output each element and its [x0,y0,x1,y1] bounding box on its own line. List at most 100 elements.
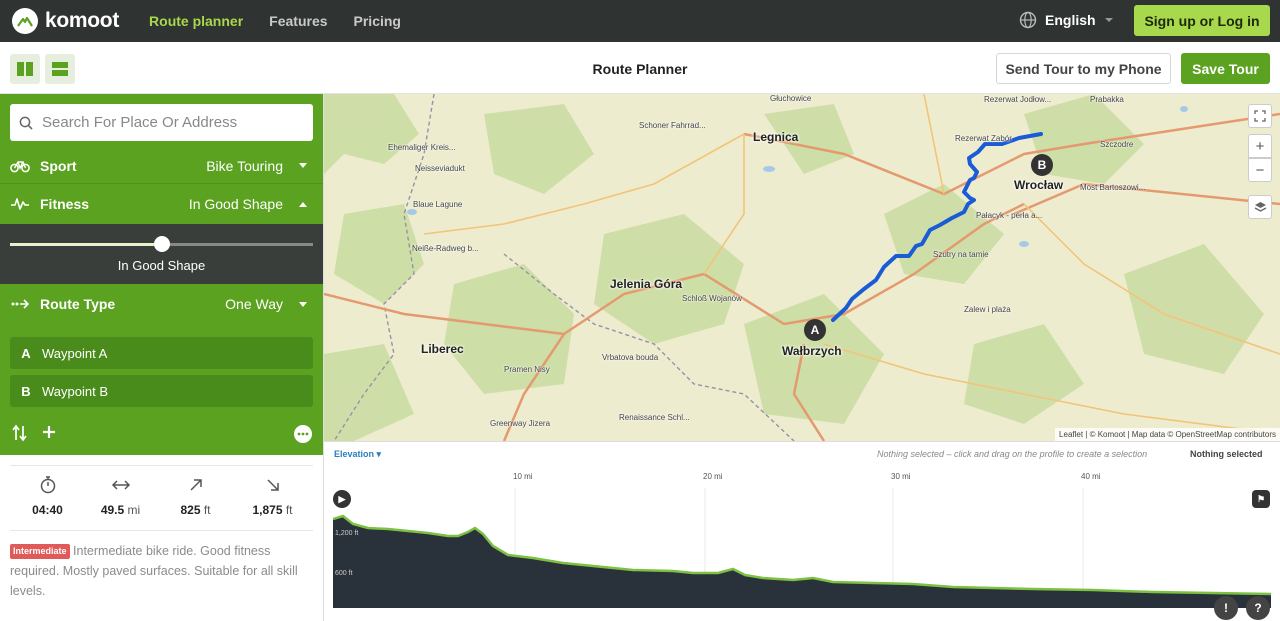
uphill-arrow-icon [189,479,202,491]
uphill-stat: 825 ft [158,474,233,517]
top-navbar: komoot Route planner Features Pricing En… [0,0,1280,42]
fitness-slider-fill [10,243,162,246]
map-poi-label[interactable]: Renaissance Schl... [619,413,690,422]
help-button[interactable]: ? [1246,596,1270,620]
fitness-slider-thumb[interactable] [153,236,170,252]
map-poi-label[interactable]: Rezerwat Jodłow... [984,95,1051,104]
send-to-phone-button[interactable]: Send Tour to my Phone [996,53,1171,84]
difficulty-badge: Intermediate [10,544,70,559]
fullscreen-icon [1254,110,1266,122]
route-type-value: One Way [225,296,283,312]
start-flag-marker[interactable]: ▶ [333,490,351,508]
distance-arrows-icon [111,480,130,490]
route-planner-toolbar: Route Planner Send Tour to my Phone Save… [0,42,1280,94]
map-poi-label[interactable]: Most Bartoszowi... [1080,183,1145,192]
route-type-label: Route Type [40,296,116,312]
report-issue-button[interactable]: ! [1214,596,1238,620]
komoot-logo[interactable]: komoot [12,8,119,34]
downhill-arrow-icon [266,479,279,491]
map-poi-label[interactable]: Szczodre [1100,140,1133,149]
chevron-down-icon [299,301,307,307]
distance-stat: 49.5 mi [83,474,158,517]
search-placeholder: Search For Place Or Address [42,114,238,131]
map-city-label: Jelenia Góra [610,277,683,291]
elevation-dropdown[interactable]: Elevation ▾ [334,449,381,460]
nav-link-route-planner[interactable]: Route planner [149,13,243,29]
plus-icon: + [1255,137,1265,155]
tour-description: Intermediate Intermediate bike ride. Goo… [10,541,313,601]
elevation-hint: Nothing selected – click and drag on the… [877,449,1148,459]
pulse-icon [11,198,29,210]
downhill-value: 1,875 [252,503,283,517]
stopwatch-icon [40,476,55,494]
language-selector[interactable]: English [1019,11,1114,29]
reverse-route-button[interactable] [12,424,28,447]
fitness-slider-label: In Good Shape [117,258,206,273]
map-poi-label[interactable]: Greenway Jizera [490,419,550,428]
signup-login-button[interactable]: Sign up or Log in [1134,5,1270,36]
uphill-unit: ft [203,503,211,517]
fitness-slider-panel: In Good Shape [0,224,323,284]
map-poi-label[interactable]: Zalew i plaża [964,305,1011,314]
swap-arrows-icon [12,424,27,442]
x-axis-tick: 40 mi [1081,472,1101,481]
zoom-in-button[interactable]: + [1248,134,1272,158]
map-poi-label[interactable]: Vrbatova bouda [602,353,658,362]
finish-flag-marker[interactable]: ⚑ [1252,490,1270,508]
bicycle-icon [10,160,30,172]
map-poi-label[interactable]: Schloß Wojanów [682,294,742,303]
sport-label: Sport [40,157,77,174]
map-poi-label[interactable]: Schoner Fahrrad... [639,121,706,130]
y-axis-tick: 1,200 ft [335,530,359,537]
map-poi-label[interactable]: Blaue Lagune [413,200,462,209]
fitness-slider[interactable] [10,236,313,252]
elevation-profile[interactable]: Elevation ▾ Nothing selected – click and… [324,441,1280,621]
route-map[interactable]: Głuchowice Schoner Fahrrad... Ehemaliger… [324,94,1280,441]
waypoint-a-marker[interactable]: A [804,319,826,341]
map-city-label: Wałbrzych [782,344,842,358]
nav-link-pricing[interactable]: Pricing [354,13,401,29]
map-poi-label[interactable]: Głuchowice [770,94,811,103]
map-poi-label[interactable]: Neisseviadukt [415,164,465,173]
map-city-label: Legnica [753,130,799,144]
add-waypoint-button[interactable] [42,425,56,444]
map-city-label: Wrocław [1014,178,1064,192]
fitness-selector[interactable]: Fitness In Good Shape [0,184,323,224]
downhill-unit: ft [285,503,293,517]
zoom-out-button[interactable]: − [1248,158,1272,182]
planner-sidebar: Search For Place Or Address Sport Bike T… [0,94,324,621]
y-axis-tick: 600 ft [335,570,353,577]
map-attribution[interactable]: Leaflet | © Komoot | Map data © OpenStre… [1055,428,1280,441]
waypoint-a-field[interactable]: A Waypoint A [10,337,313,369]
map-poi-label[interactable]: Ehemaliger Kreis... [388,143,456,152]
route-type-selector[interactable]: Route Type One Way [0,284,323,324]
map-poi-label[interactable]: Pałacyk - perła a... [976,211,1042,220]
globe-icon [1019,11,1037,29]
chevron-down-icon [1104,18,1113,22]
more-options-button[interactable] [294,425,312,443]
map-city-label: Liberec [421,342,464,356]
waypoint-b-marker[interactable]: B [1031,154,1053,176]
save-tour-button[interactable]: Save Tour [1181,53,1270,84]
komoot-logo-icon [12,8,38,34]
map-poi-label[interactable]: Pramen Nisy [504,365,550,374]
map-poi-label[interactable]: Szutry na tamie [933,250,989,259]
nav-link-features[interactable]: Features [269,13,327,29]
distance-unit: mi [127,503,141,517]
chevron-down-icon [299,163,307,168]
waypoint-b-field[interactable]: B Waypoint B [10,375,313,407]
downhill-stat: 1,875 ft [235,474,310,517]
duration-value: 04:40 [32,503,63,517]
map-poi-label[interactable]: Rezerwat Zabór [955,134,1012,143]
help-icon: ? [1254,601,1262,615]
map-poi-label[interactable]: Neiße-Radweg b... [412,244,479,253]
search-input[interactable]: Search For Place Or Address [10,104,313,141]
map-poi-label[interactable]: Prabakka [1090,95,1124,104]
map-layers-button[interactable] [1248,195,1272,219]
sport-selector[interactable]: Sport Bike Touring [0,148,323,184]
fitness-value: In Good Shape [188,196,283,212]
fullscreen-button[interactable] [1248,104,1272,128]
x-axis-tick: 10 mi [513,472,533,481]
sport-value: Bike Touring [206,157,283,174]
waypoint-b-label: Waypoint B [42,383,108,399]
